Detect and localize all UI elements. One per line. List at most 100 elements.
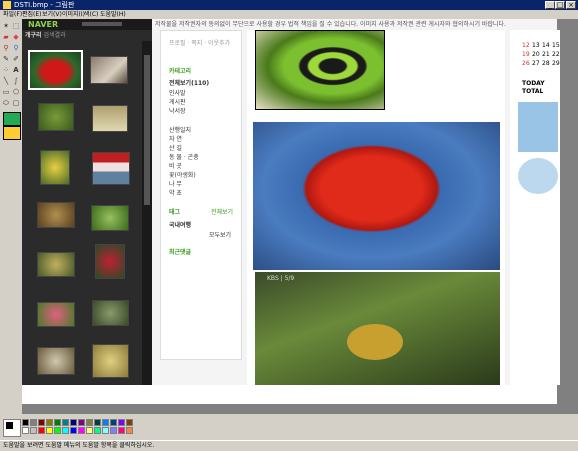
polygon-icon[interactable]: ⬠ xyxy=(12,88,20,96)
text-icon[interactable]: A xyxy=(12,66,20,74)
calendar-day[interactable]: 29 xyxy=(552,60,560,68)
thumbnail[interactable] xyxy=(40,150,70,185)
menu-image[interactable]: 이미지(I) xyxy=(62,10,85,19)
category-item[interactable]: 산행일지 xyxy=(169,127,191,135)
color-swatch[interactable] xyxy=(30,427,37,434)
category-item[interactable]: 비 곳 xyxy=(169,163,182,171)
zoom-slider[interactable] xyxy=(82,22,122,26)
close-button[interactable]: × xyxy=(566,1,576,9)
calendar-day[interactable]: 19 xyxy=(522,51,530,59)
option-transparent-icon[interactable] xyxy=(3,126,21,140)
category-item[interactable]: 동 물 · 곤충 xyxy=(169,154,199,162)
menu-edit[interactable]: 편집(E) xyxy=(22,10,42,19)
color-swatch[interactable] xyxy=(62,419,69,426)
calendar-day[interactable]: 12 xyxy=(522,42,530,50)
color-swatch[interactable] xyxy=(22,419,29,426)
thumbnail[interactable] xyxy=(37,202,75,228)
calendar-day[interactable]: 20 xyxy=(532,51,540,59)
rounded-rect-icon[interactable]: ▢ xyxy=(12,99,20,107)
profile-links[interactable]: 프로필 · 쪽지 · 이웃추가 xyxy=(169,40,230,48)
color-swatch[interactable] xyxy=(110,419,117,426)
calendar-day[interactable]: 14 xyxy=(542,42,550,50)
thumbnail[interactable] xyxy=(37,302,75,327)
category-item[interactable]: 약 초 xyxy=(169,190,182,198)
category-item[interactable]: 인사말 xyxy=(169,90,186,98)
tag-item[interactable]: 국내여행 xyxy=(169,222,191,230)
calendar-day[interactable]: 27 xyxy=(532,60,540,68)
thumbnail[interactable] xyxy=(92,300,129,326)
thumbnail[interactable] xyxy=(90,56,128,84)
calendar-day[interactable]: 21 xyxy=(542,51,550,59)
color-swatch[interactable] xyxy=(126,427,133,434)
menu-file[interactable]: 파일(F) xyxy=(3,10,22,19)
color-swatch[interactable] xyxy=(46,419,53,426)
category-item[interactable]: 산 길 xyxy=(169,145,182,153)
color-swatch[interactable] xyxy=(46,427,53,434)
ellipse-icon[interactable]: ⬭ xyxy=(2,99,10,107)
thumbnail[interactable] xyxy=(37,252,75,277)
color-swatch[interactable] xyxy=(118,419,125,426)
color-swatch[interactable] xyxy=(94,427,101,434)
menu-view[interactable]: 보기(V) xyxy=(42,10,62,19)
menu-help[interactable]: 도움말(H) xyxy=(100,10,126,19)
calendar-day[interactable]: 15 xyxy=(552,42,560,50)
option-fill-icon[interactable] xyxy=(3,112,21,126)
tag-all-link[interactable]: 모두보기 xyxy=(209,232,231,240)
color-swatch[interactable] xyxy=(70,419,77,426)
brush-icon[interactable]: ✐ xyxy=(12,55,20,63)
color-swatch[interactable] xyxy=(22,427,29,434)
tag-more-link[interactable]: 전체보기 xyxy=(211,209,233,217)
picker-icon[interactable]: ⚲ xyxy=(2,44,10,52)
thumbnail[interactable] xyxy=(91,205,129,231)
category-all[interactable]: 전체보기(110) xyxy=(169,80,209,88)
color-swatch[interactable] xyxy=(110,427,117,434)
calendar-day[interactable]: 13 xyxy=(532,42,540,50)
category-item[interactable]: 게시판 xyxy=(169,99,186,107)
calendar-day[interactable]: 28 xyxy=(542,60,550,68)
color-swatch[interactable] xyxy=(62,427,69,434)
scrollbar-thumb[interactable] xyxy=(144,55,150,205)
color-swatch[interactable] xyxy=(38,427,45,434)
color-swatch[interactable] xyxy=(86,419,93,426)
fill-icon[interactable]: ◆ xyxy=(12,33,20,41)
color-swatch[interactable] xyxy=(86,427,93,434)
thumbnail[interactable] xyxy=(92,152,130,185)
thumbnail[interactable] xyxy=(38,103,74,131)
pencil-icon[interactable]: ✎ xyxy=(2,55,10,63)
eraser-icon[interactable]: ▰ xyxy=(2,33,10,41)
line-icon[interactable]: ╲ xyxy=(2,77,10,85)
minimize-button[interactable]: _ xyxy=(545,1,555,9)
rect-select-icon[interactable]: ⬚ xyxy=(12,22,20,30)
thumbnail-red-frog[interactable] xyxy=(28,50,83,90)
color-swatch[interactable] xyxy=(30,419,37,426)
rectangle-icon[interactable]: ▭ xyxy=(2,88,10,96)
magnifier-icon[interactable]: ⚲ xyxy=(12,44,20,52)
category-item[interactable]: 나 무 xyxy=(169,181,182,189)
thumbnail[interactable] xyxy=(92,105,128,132)
maximize-button[interactable]: □ xyxy=(555,1,565,9)
category-item[interactable]: 자 연 xyxy=(169,136,182,144)
thumbnail[interactable] xyxy=(95,244,125,279)
thumbnail[interactable] xyxy=(37,347,75,375)
color-swatch[interactable] xyxy=(126,419,133,426)
thumbnail-scrollbar[interactable] xyxy=(142,41,152,385)
color-swatch[interactable] xyxy=(38,419,45,426)
color-swatch[interactable] xyxy=(54,427,61,434)
menu-color[interactable]: 색(C) xyxy=(84,10,98,19)
thumbnail[interactable] xyxy=(92,344,129,378)
color-swatch[interactable] xyxy=(102,427,109,434)
calendar-day[interactable]: 22 xyxy=(552,51,560,59)
color-swatch[interactable] xyxy=(102,419,109,426)
color-swatch[interactable] xyxy=(78,419,85,426)
color-swatch[interactable] xyxy=(78,427,85,434)
color-swatch[interactable] xyxy=(118,427,125,434)
curve-icon[interactable]: ∫ xyxy=(12,77,20,85)
calendar-day[interactable]: 26 xyxy=(522,60,530,68)
airbrush-icon[interactable]: ⁘ xyxy=(2,66,10,74)
color-swatch[interactable] xyxy=(54,419,61,426)
free-select-icon[interactable]: ✶ xyxy=(2,22,10,30)
color-swatch[interactable] xyxy=(94,419,101,426)
color-swatch[interactable] xyxy=(70,427,77,434)
category-item[interactable]: 꽃(야생화) xyxy=(169,172,196,180)
category-item[interactable]: 낙서장 xyxy=(169,108,186,116)
